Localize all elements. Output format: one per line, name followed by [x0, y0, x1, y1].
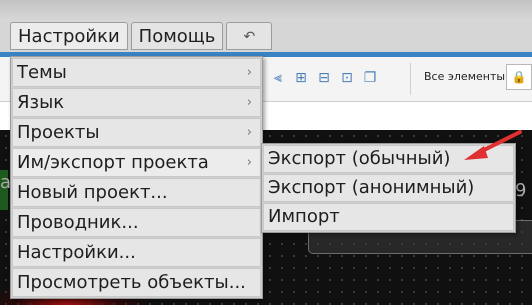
menu-item-label: Настройки... [17, 242, 136, 263]
lock-button[interactable]: 🔒 [506, 64, 532, 90]
settings-dropdown: Темы › Язык › Проекты › Им/экспорт проек… [10, 56, 263, 299]
menu-item-language[interactable]: Язык › [12, 88, 261, 117]
menu-item-new-project[interactable]: Новый проект... [12, 178, 261, 207]
chevron-right-icon: › [246, 155, 252, 170]
menu-item-view-objects[interactable]: Просмотреть объекты... [12, 268, 261, 297]
menu-item-label: Новый проект... [17, 182, 168, 203]
chevron-right-icon: › [246, 125, 252, 140]
menu-item-label: Язык [17, 92, 65, 113]
top-shade [0, 0, 532, 20]
menu-item-import-export[interactable]: Им/экспорт проекта › [12, 148, 261, 177]
menu-settings[interactable]: Настройки [10, 22, 128, 50]
lock-icon: 🔒 [511, 70, 527, 84]
menu-item-label: Проекты [17, 122, 100, 143]
canvas-edge-text-right: 9 [515, 180, 527, 201]
back-button[interactable]: ↶ [226, 22, 273, 50]
toolbar-icon-group: ⫷ ⊞ ⊟ ⊡ ❐ [268, 65, 383, 91]
menu-item-settings[interactable]: Настройки... [12, 238, 261, 267]
menu-item-label: Просмотреть объекты... [17, 272, 246, 293]
chevron-right-icon: › [246, 65, 252, 80]
align-left-icon[interactable]: ⫷ [268, 65, 288, 91]
distribute-icon[interactable]: ⊡ [337, 65, 357, 91]
toolbar-divider [410, 63, 411, 95]
undo-icon: ↶ [243, 29, 256, 45]
menu-help[interactable]: Помощь [130, 22, 224, 50]
annotation-arrow [464, 130, 522, 160]
all-elements-label: Все элементы: [424, 70, 509, 83]
menubar: Настройки Помощь ↶ [0, 22, 275, 52]
menu-item-export-anonymous[interactable]: Экспорт (анонимный) [263, 174, 514, 202]
menu-item-import[interactable]: Импорт [263, 203, 514, 231]
align-center-icon[interactable]: ⊞ [291, 65, 311, 91]
align-middle-icon[interactable]: ⊟ [314, 65, 334, 91]
copy-icon[interactable]: ❐ [360, 65, 380, 91]
menu-item-projects[interactable]: Проекты › [12, 118, 261, 147]
menu-item-label: Им/экспорт проекта [17, 152, 209, 173]
menu-item-themes[interactable]: Темы › [12, 58, 261, 87]
chevron-right-icon: › [246, 95, 252, 110]
menu-item-label: Темы [17, 62, 67, 83]
menu-item-label: Проводник... [17, 212, 139, 233]
menu-item-explorer[interactable]: Проводник... [12, 208, 261, 237]
